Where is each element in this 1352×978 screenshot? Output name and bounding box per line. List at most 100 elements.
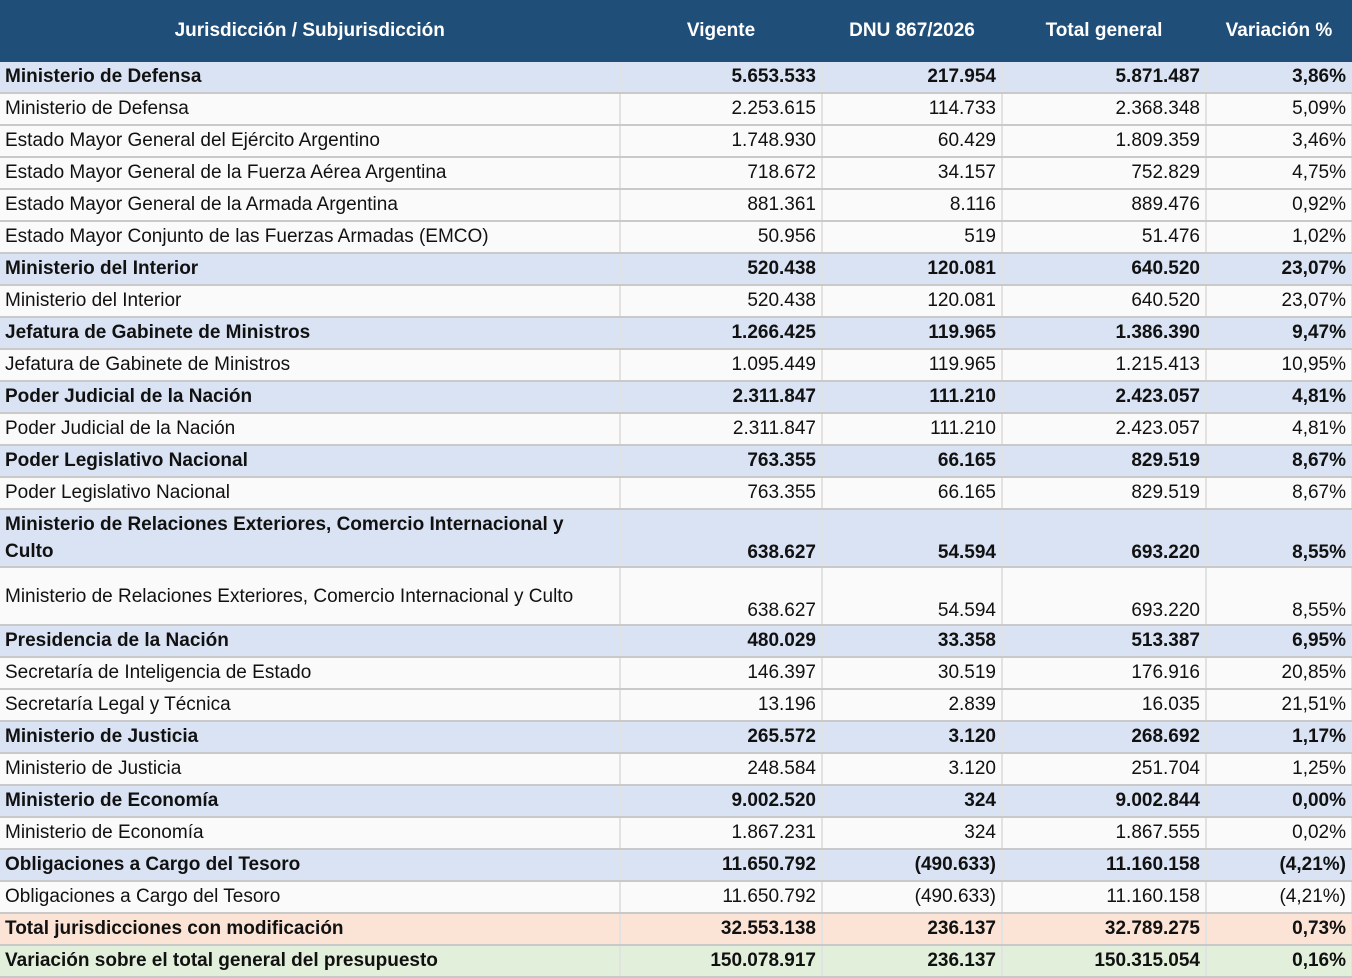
- cell-dnu: 30.519: [822, 657, 1003, 690]
- cell-vigente: 2.311.847: [620, 413, 823, 446]
- cell-variacion: 4,81%: [1206, 413, 1352, 446]
- cell-vigente: 1.095.449: [620, 349, 823, 382]
- cell-jurisdiccion: Poder Legislativo Nacional: [0, 445, 621, 478]
- table-row: Estado Mayor General de la Armada Argent…: [0, 189, 1352, 222]
- cell-jurisdiccion: Jefatura de Gabinete de Ministros: [0, 317, 621, 350]
- table-row: Ministerio de Defensa 2.253.615 114.733 2.3…: [0, 93, 1352, 126]
- cell-variacion: 8,55%: [1206, 567, 1352, 626]
- cell-vigente: 248.584: [620, 753, 823, 786]
- cell-jurisdiccion: Ministerio de Justicia: [0, 753, 621, 786]
- table-row: Variación sobre el total general del pre…: [0, 945, 1352, 978]
- cell-variacion: 5,09%: [1206, 93, 1352, 126]
- cell-jurisdiccion: Estado Mayor General del Ejército Argent…: [0, 125, 621, 158]
- cell-total-general: 829.519: [1002, 477, 1207, 510]
- cell-jurisdiccion: Secretaría Legal y Técnica: [0, 689, 621, 722]
- table-row: Presidencia de la Nación 480.029 33.358 513…: [0, 625, 1352, 658]
- cell-total-general: 1.386.390: [1002, 317, 1207, 350]
- cell-jurisdiccion: Obligaciones a Cargo del Tesoro: [0, 881, 621, 914]
- cell-total-general: 150.315.054: [1002, 945, 1207, 978]
- cell-variacion: 10,95%: [1206, 349, 1352, 382]
- cell-jurisdiccion: Ministerio de Economía: [0, 817, 621, 850]
- table-row: Secretaría Legal y Técnica 13.196 2.839 16.…: [0, 689, 1352, 722]
- header-row: Jurisdicción / Subjurisdicción Vigente D…: [0, 0, 1352, 62]
- budget-table: Jurisdicción / Subjurisdicción Vigente D…: [0, 0, 1352, 978]
- cell-vigente: 763.355: [620, 445, 823, 478]
- cell-dnu: 54.594: [822, 509, 1003, 568]
- cell-vigente: 2.311.847: [620, 381, 823, 414]
- table-row: Secretaría de Inteligencia de Estado 146.…: [0, 657, 1352, 690]
- cell-total-general: 51.476: [1002, 221, 1207, 254]
- cell-dnu: (490.633): [822, 849, 1003, 882]
- cell-total-general: 513.387: [1002, 625, 1207, 658]
- cell-dnu: 60.429: [822, 125, 1003, 158]
- table-row: Ministerio de Justicia 248.584 3.120 251.70…: [0, 753, 1352, 786]
- cell-dnu: 66.165: [822, 477, 1003, 510]
- cell-jurisdiccion: Ministerio de Economía: [0, 785, 621, 818]
- cell-vigente: 146.397: [620, 657, 823, 690]
- cell-total-general: 2.423.057: [1002, 413, 1207, 446]
- cell-total-general: 9.002.844: [1002, 785, 1207, 818]
- table-row: Ministerio del Interior 520.438 120.081 640…: [0, 253, 1352, 286]
- table-row: Ministerio de Defensa 5.653.533 217.954 5.8…: [0, 62, 1352, 94]
- cell-vigente: 520.438: [620, 285, 823, 318]
- cell-dnu: 54.594: [822, 567, 1003, 626]
- table-row: Ministerio de Economía 1.867.231 324 1.867.…: [0, 817, 1352, 850]
- header-jurisdiccion: Jurisdicción / Subjurisdicción: [0, 0, 621, 62]
- cell-variacion: 3,46%: [1206, 125, 1352, 158]
- cell-dnu: 120.081: [822, 285, 1003, 318]
- cell-vigente: 881.361: [620, 189, 823, 222]
- cell-variacion: 4,75%: [1206, 157, 1352, 190]
- cell-variacion: (4,21%): [1206, 849, 1352, 882]
- cell-vigente: 1.748.930: [620, 125, 823, 158]
- cell-jurisdiccion: Ministerio de Relaciones Exteriores, Com…: [0, 567, 621, 626]
- cell-jurisdiccion: Ministerio de Justicia: [0, 721, 621, 754]
- cell-vigente: 9.002.520: [620, 785, 823, 818]
- cell-dnu: 2.839: [822, 689, 1003, 722]
- table-row: Obligaciones a Cargo del Tesoro 11.650.79…: [0, 849, 1352, 882]
- cell-variacion: 21,51%: [1206, 689, 1352, 722]
- cell-jurisdiccion: Ministerio de Relaciones Exteriores, Com…: [0, 509, 621, 568]
- cell-vigente: 638.627: [620, 567, 823, 626]
- cell-jurisdiccion: Variación sobre el total general del pre…: [0, 945, 621, 978]
- cell-variacion: 8,55%: [1206, 509, 1352, 568]
- cell-total-general: 16.035: [1002, 689, 1207, 722]
- cell-variacion: 1,17%: [1206, 721, 1352, 754]
- cell-total-general: 693.220: [1002, 509, 1207, 568]
- cell-dnu: 111.210: [822, 413, 1003, 446]
- cell-vigente: 150.078.917: [620, 945, 823, 978]
- table-row: Poder Legislativo Nacional 763.355 66.165 8…: [0, 477, 1352, 510]
- cell-dnu: 236.137: [822, 945, 1003, 978]
- table-row: Poder Judicial de la Nación 2.311.847 111.…: [0, 381, 1352, 414]
- cell-vigente: 763.355: [620, 477, 823, 510]
- cell-jurisdiccion: Ministerio de Defensa: [0, 62, 621, 94]
- cell-jurisdiccion: Poder Judicial de la Nación: [0, 381, 621, 414]
- cell-vigente: 480.029: [620, 625, 823, 658]
- cell-total-general: 640.520: [1002, 285, 1207, 318]
- cell-jurisdiccion: Obligaciones a Cargo del Tesoro: [0, 849, 621, 882]
- cell-jurisdiccion: Ministerio de Defensa: [0, 93, 621, 126]
- cell-total-general: 693.220: [1002, 567, 1207, 626]
- cell-dnu: 324: [822, 817, 1003, 850]
- header-vigente: Vigente: [620, 0, 823, 62]
- cell-variacion: 1,02%: [1206, 221, 1352, 254]
- cell-total-general: 176.916: [1002, 657, 1207, 690]
- cell-vigente: 718.672: [620, 157, 823, 190]
- cell-total-general: 1.809.359: [1002, 125, 1207, 158]
- table-row: Estado Mayor General de la Fuerza Aérea …: [0, 157, 1352, 190]
- cell-variacion: 0,92%: [1206, 189, 1352, 222]
- cell-vigente: 520.438: [620, 253, 823, 286]
- cell-total-general: 752.829: [1002, 157, 1207, 190]
- cell-vigente: 13.196: [620, 689, 823, 722]
- cell-dnu: 111.210: [822, 381, 1003, 414]
- cell-variacion: 23,07%: [1206, 285, 1352, 318]
- cell-jurisdiccion: Ministerio del Interior: [0, 253, 621, 286]
- table-body: Ministerio de Defensa 5.653.533 217.954 5.8…: [0, 62, 1352, 978]
- cell-variacion: 23,07%: [1206, 253, 1352, 286]
- cell-variacion: 20,85%: [1206, 657, 1352, 690]
- cell-dnu: 217.954: [822, 62, 1003, 94]
- cell-total-general: 5.871.487: [1002, 62, 1207, 94]
- cell-total-general: 268.692: [1002, 721, 1207, 754]
- table-row: Estado Mayor General del Ejército Argent…: [0, 125, 1352, 158]
- cell-variacion: (4,21%): [1206, 881, 1352, 914]
- cell-vigente: 1.266.425: [620, 317, 823, 350]
